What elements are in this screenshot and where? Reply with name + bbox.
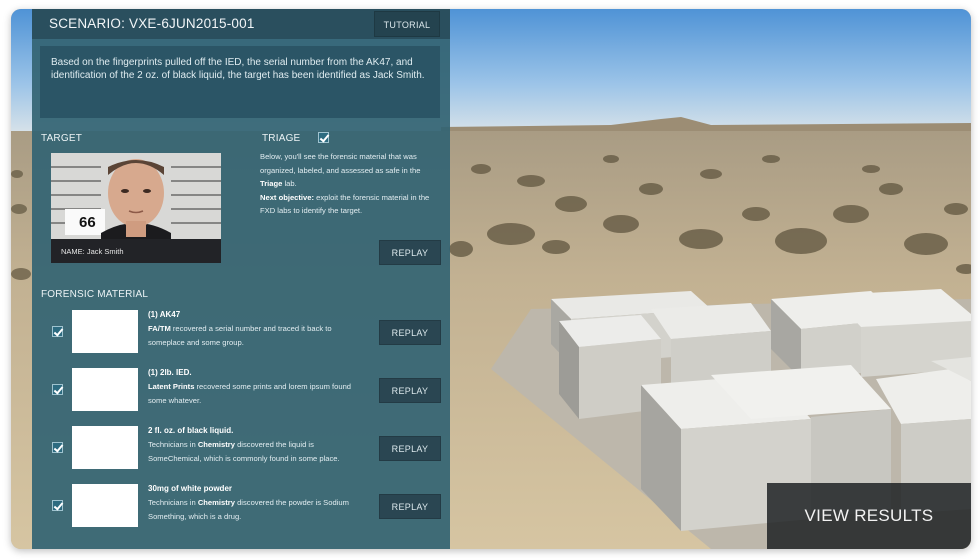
triage-description: Below, you'll see the forensic material … bbox=[260, 150, 440, 218]
forensic-item-checkbox[interactable] bbox=[52, 500, 63, 511]
triage-replay-button[interactable]: REPLAY bbox=[379, 240, 441, 265]
target-name-caption: NAME: Jack Smith bbox=[61, 247, 124, 256]
forensic-item-lab: Chemistry bbox=[197, 440, 235, 449]
triage-text: Below, you'll see the forensic material … bbox=[260, 152, 421, 175]
forensic-item-checkbox[interactable] bbox=[52, 384, 63, 395]
forensic-item-checkbox[interactable] bbox=[52, 326, 63, 337]
forensic-item-replay-button[interactable]: REPLAY bbox=[379, 494, 441, 519]
triage-text-end: lab. bbox=[282, 179, 297, 188]
forensic-item-replay-button[interactable]: REPLAY bbox=[379, 436, 441, 461]
forensic-item: 2 fl. oz. of black liquid. Technicians i… bbox=[32, 426, 450, 474]
forensic-item-title: 2 fl. oz. of black liquid. bbox=[148, 426, 234, 435]
forensic-item-checkbox[interactable] bbox=[52, 442, 63, 453]
forensic-item-desc-pre: Technicians in bbox=[148, 498, 198, 507]
forensic-item-desc-pre: Technicians in bbox=[148, 440, 198, 449]
triage-label: TRIAGE bbox=[262, 133, 301, 144]
forensic-item-replay-button[interactable]: REPLAY bbox=[379, 378, 441, 403]
forensic-item-thumbnail bbox=[72, 426, 138, 469]
target-mugshot: NAME: Jack Smith 66 bbox=[51, 153, 221, 263]
forensic-item: (1) 2lb. IED. Latent Prints recovered so… bbox=[32, 368, 450, 416]
forensic-item-description: FA/TM recovered a serial number and trac… bbox=[148, 322, 358, 349]
forensic-item-desc-text: recovered a serial number and traced it … bbox=[148, 324, 332, 347]
forensic-item-thumbnail bbox=[72, 484, 138, 527]
forensic-material-label: FORENSIC MATERIAL bbox=[41, 289, 149, 300]
forensic-item-thumbnail bbox=[72, 310, 138, 353]
target-label: TARGET bbox=[41, 133, 83, 144]
forensic-item: (1) AK47 FA/TM recovered a serial number… bbox=[32, 310, 450, 358]
forensic-item-thumbnail bbox=[72, 368, 138, 411]
forensic-item-description: Latent Prints recovered some prints and … bbox=[148, 380, 358, 407]
forensic-item-description: Technicians in Chemistry discovered the … bbox=[148, 438, 358, 465]
view-results-button[interactable]: VIEW RESULTS bbox=[767, 483, 971, 549]
triage-lab-name: Triage bbox=[260, 179, 283, 188]
tutorial-button[interactable]: TUTORIAL bbox=[374, 11, 440, 37]
forensic-item-title: (1) 2lb. IED. bbox=[148, 368, 192, 377]
forensic-item-replay-button[interactable]: REPLAY bbox=[379, 320, 441, 345]
triage-checkbox[interactable] bbox=[318, 132, 329, 143]
forensic-item-lab: Chemistry bbox=[197, 498, 235, 507]
panel-header: SCENARIO: VXE-6JUN2015-001 TUTORIAL bbox=[32, 9, 450, 39]
scenario-panel: SCENARIO: VXE-6JUN2015-001 TUTORIAL Base… bbox=[32, 9, 450, 549]
scenario-title: SCENARIO: VXE-6JUN2015-001 bbox=[49, 16, 255, 31]
forensic-item-title: 30mg of white powder bbox=[148, 484, 233, 493]
forensic-item-lab: FA/TM bbox=[148, 324, 171, 333]
forensic-item-title: (1) AK47 bbox=[148, 310, 181, 319]
forensic-item-description: Technicians in Chemistry discovered the … bbox=[148, 496, 358, 523]
next-objective-label: Next objective: bbox=[260, 192, 315, 202]
forensic-item-lab: Latent Prints bbox=[148, 382, 195, 391]
mugshot-sign-number: 66 bbox=[79, 214, 96, 231]
forensic-item: 30mg of white powder Technicians in Chem… bbox=[32, 484, 450, 532]
scenario-summary: Based on the fingerprints pulled off the… bbox=[40, 46, 440, 118]
game-window: SCENARIO: VXE-6JUN2015-001 TUTORIAL Base… bbox=[11, 9, 971, 549]
